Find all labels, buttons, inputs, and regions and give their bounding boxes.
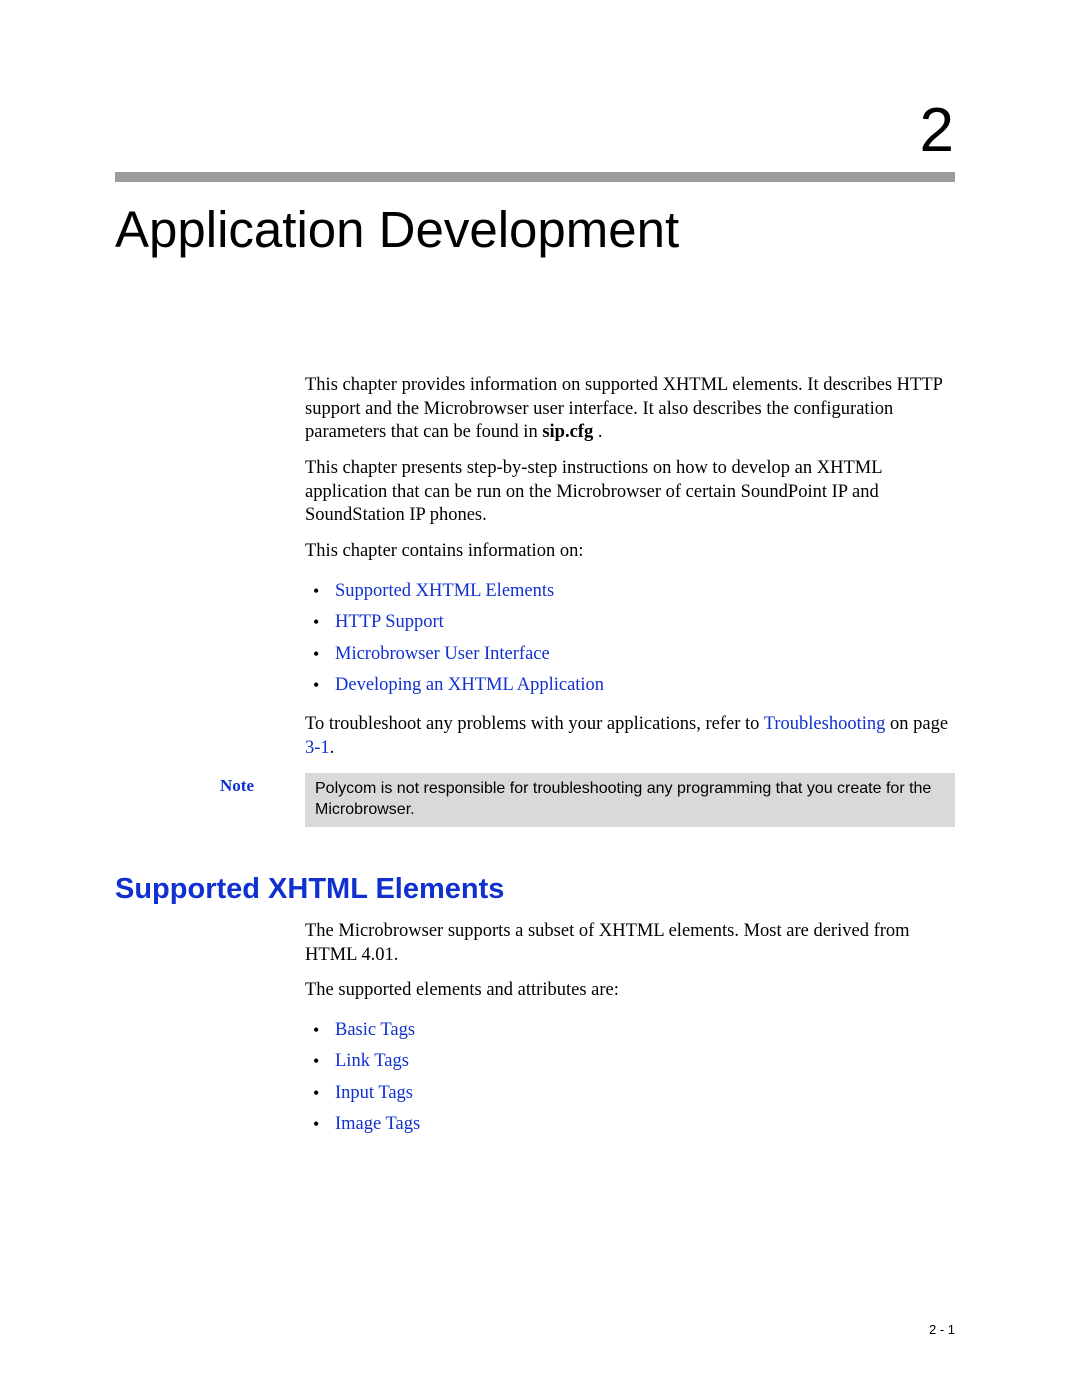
- list-item: Developing an XHTML Application: [305, 670, 955, 701]
- section-p2: The supported elements and attributes ar…: [305, 979, 955, 1003]
- intro-p2: This chapter presents step-by-step instr…: [305, 457, 955, 528]
- link-link-tags[interactable]: Link Tags: [335, 1051, 409, 1071]
- note-block: Note Polycom is not responsible for trou…: [220, 773, 955, 827]
- text: To troubleshoot any problems with your a…: [305, 714, 764, 734]
- section-bullet-list: Basic Tags Link Tags Input Tags Image Ta…: [305, 1015, 955, 1141]
- section-title-supported-xhtml: Supported XHTML Elements: [115, 873, 955, 906]
- list-item: Link Tags: [305, 1046, 955, 1077]
- link-troubleshooting-page[interactable]: 3-1: [305, 738, 330, 758]
- link-input-tags[interactable]: Input Tags: [335, 1083, 413, 1103]
- link-supported-xhtml[interactable]: Supported XHTML Elements: [335, 581, 554, 601]
- link-image-tags[interactable]: Image Tags: [335, 1114, 420, 1134]
- chapter-number: 2: [115, 95, 955, 166]
- link-developing-xhtml[interactable]: Developing an XHTML Application: [335, 675, 604, 695]
- intro-bullet-list: Supported XHTML Elements HTTP Support Mi…: [305, 576, 955, 702]
- link-troubleshooting[interactable]: Troubleshooting: [764, 714, 886, 734]
- list-item: Image Tags: [305, 1109, 955, 1140]
- list-item: Basic Tags: [305, 1015, 955, 1046]
- text: .: [330, 738, 335, 758]
- intro-p1: This chapter provides information on sup…: [305, 374, 955, 445]
- note-label: Note: [220, 773, 305, 796]
- chapter-title: Application Development: [115, 200, 955, 259]
- note-text: Polycom is not responsible for troublesh…: [305, 773, 955, 827]
- section-p1: The Microbrowser supports a subset of XH…: [305, 920, 955, 967]
- link-basic-tags[interactable]: Basic Tags: [335, 1020, 415, 1040]
- text: .: [593, 422, 602, 442]
- page-number: 2 - 1: [929, 1322, 955, 1337]
- list-item: Microbrowser User Interface: [305, 639, 955, 670]
- link-http-support[interactable]: HTTP Support: [335, 612, 444, 632]
- intro-p3: This chapter contains information on:: [305, 540, 955, 564]
- config-file: sip.cfg: [542, 422, 593, 442]
- text: on page: [885, 714, 948, 734]
- document-page: 2 Application Development This chapter p…: [0, 0, 1080, 1397]
- chapter-rule: [115, 172, 955, 182]
- intro-p4: To troubleshoot any problems with your a…: [305, 713, 955, 760]
- intro-block: This chapter provides information on sup…: [305, 374, 955, 761]
- list-item: Input Tags: [305, 1078, 955, 1109]
- link-microbrowser-ui[interactable]: Microbrowser User Interface: [335, 644, 550, 664]
- text: This chapter provides information on sup…: [305, 375, 942, 442]
- list-item: Supported XHTML Elements: [305, 576, 955, 607]
- list-item: HTTP Support: [305, 607, 955, 638]
- section-body: The Microbrowser supports a subset of XH…: [305, 920, 955, 1141]
